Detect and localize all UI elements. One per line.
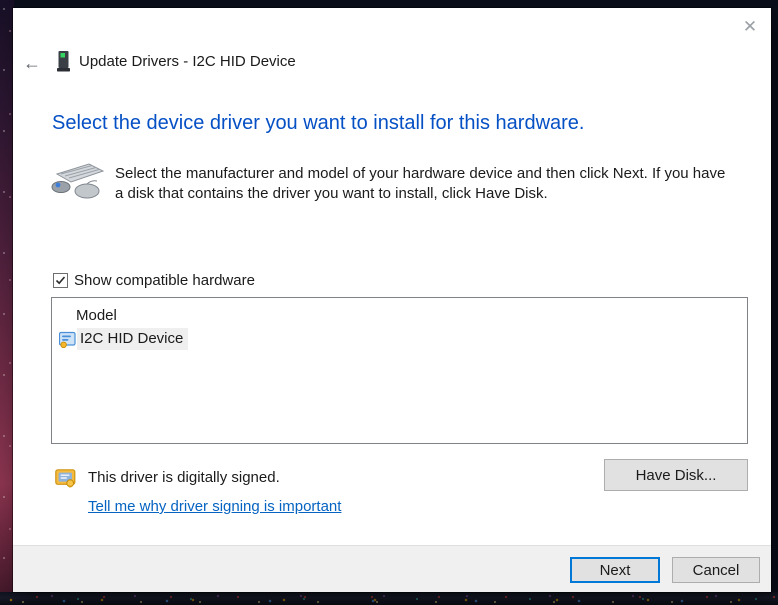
- checkbox-label: Show compatible hardware: [74, 272, 255, 289]
- checkbox-box: [53, 273, 68, 288]
- signing-info-link[interactable]: Tell me why driver signing is important: [88, 498, 341, 515]
- desktop-wallpaper-left: [0, 0, 14, 605]
- compatible-checkbox[interactable]: Show compatible hardware: [53, 272, 255, 289]
- close-button[interactable]: ✕: [737, 14, 763, 40]
- desktop-wallpaper-bottom: [0, 592, 778, 605]
- dialog-title: Update Drivers - I2C HID Device: [79, 53, 296, 70]
- signing-status-text: This driver is digitally signed.: [88, 469, 280, 486]
- instruction-text: Select the manufacturer and model of you…: [115, 165, 726, 202]
- cancel-button[interactable]: Cancel: [672, 557, 760, 583]
- next-button[interactable]: Next: [570, 557, 660, 583]
- driver-file-icon: [58, 331, 76, 348]
- list-item-i2c-hid-device[interactable]: I2C HID Device: [58, 328, 189, 350]
- have-disk-button[interactable]: Have Disk...: [604, 459, 748, 491]
- update-drivers-dialog: ✕ ← Update Drivers - I2C HID Device Sele…: [13, 8, 771, 592]
- close-icon: ✕: [742, 17, 758, 36]
- footer-bar: Next Cancel: [13, 545, 771, 592]
- page-heading: Select the device driver you want to ins…: [52, 112, 585, 134]
- back-button[interactable]: ←: [19, 50, 45, 76]
- model-column-header: Model: [76, 307, 117, 324]
- back-arrow-icon: ←: [23, 52, 41, 73]
- desktop: ✕ ← Update Drivers - I2C HID Device Sele…: [0, 0, 778, 605]
- model-list[interactable]: Model I2C HID Device: [51, 297, 748, 444]
- checkmark-icon: [55, 276, 66, 285]
- list-item-label: I2C HID Device: [77, 328, 189, 350]
- device-tower-icon: [56, 50, 71, 73]
- digital-signature-icon: [55, 467, 76, 488]
- titlebar: Update Drivers - I2C HID Device: [56, 50, 296, 73]
- hardware-devices-icon: [47, 158, 107, 206]
